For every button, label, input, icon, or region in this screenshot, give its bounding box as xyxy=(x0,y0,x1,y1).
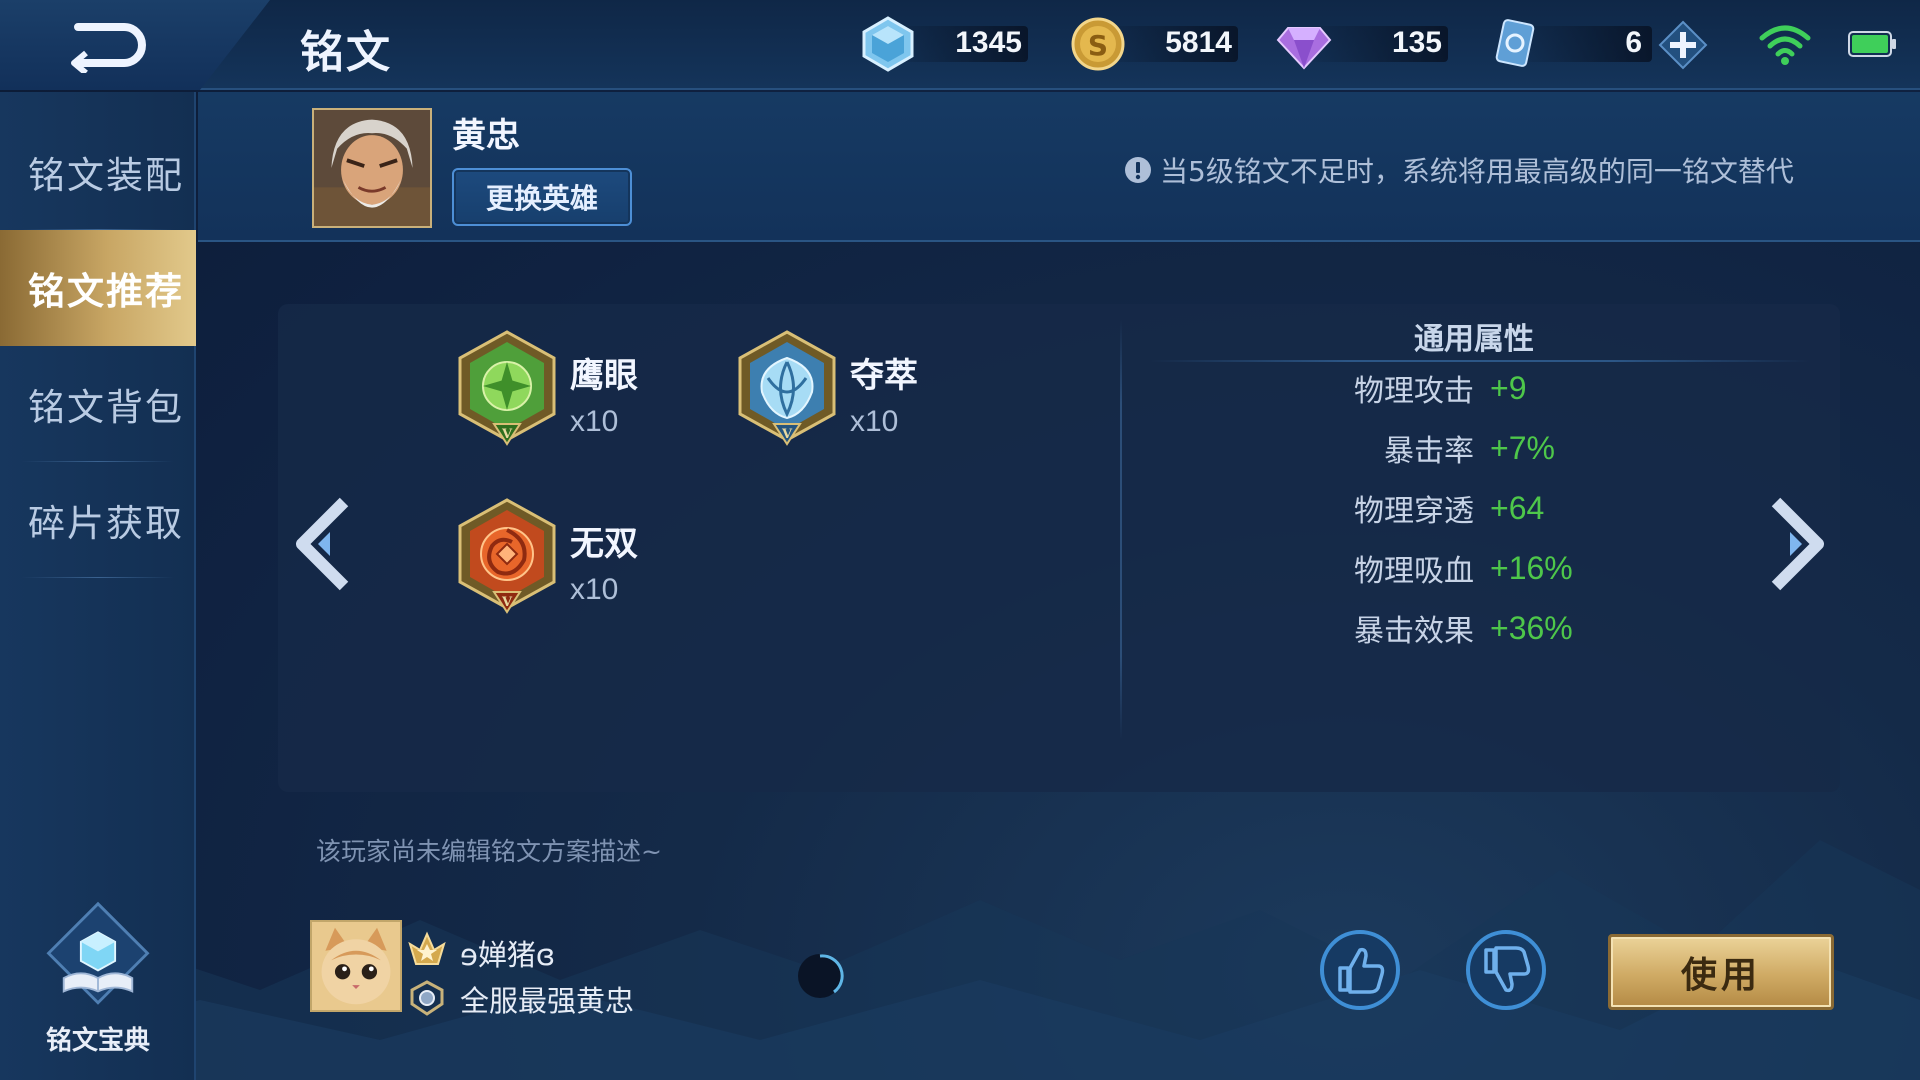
add-currency-button[interactable] xyxy=(1658,20,1708,70)
stat-row: 物理攻击 +9 xyxy=(1300,366,1800,410)
svg-text:V: V xyxy=(501,427,513,442)
stat-row: 物理吸血 +16% xyxy=(1300,546,1800,590)
rune-codex-label: 铭文宝典 xyxy=(45,1026,150,1056)
thumbs-up-button[interactable] xyxy=(1318,928,1402,1012)
rune-ticket-icon xyxy=(1495,19,1535,67)
cat-avatar-image xyxy=(312,922,400,1010)
battery-icon xyxy=(1848,31,1896,57)
stat-row: 暴击效果 +36% xyxy=(1300,606,1800,650)
top-bar: 铭文 1345 S 5814 135 6 xyxy=(0,0,1920,90)
author-name: ɘ婵猪ɞ xyxy=(460,938,556,972)
sidebar-item-label: 铭文推荐 xyxy=(28,270,184,313)
svg-text:V: V xyxy=(781,427,793,442)
change-hero-button[interactable]: 更换英雄 xyxy=(452,168,632,226)
stat-value: +7% xyxy=(1490,429,1555,466)
stat-value: +16% xyxy=(1490,549,1573,586)
crystal-count: 1345 xyxy=(955,26,1022,59)
info-icon xyxy=(1125,157,1151,183)
stat-row: 暴击率 +7% xyxy=(1300,426,1800,470)
stat-value: +9 xyxy=(1490,369,1527,406)
rune-ticket-count: 6 xyxy=(1625,26,1642,59)
page-title: 铭文 xyxy=(300,27,392,78)
rune-count: x10 xyxy=(850,405,899,438)
plan-description: 该玩家尚未编辑铭文方案描述~ xyxy=(316,837,662,866)
rune-name: 夺萃 xyxy=(850,356,918,396)
stat-value: +64 xyxy=(1490,489,1545,526)
rune-item[interactable]: V 夺萃 x10 xyxy=(734,328,918,448)
substitution-notice: 当5级铭文不足时，系统将用最高级的同一铭文替代 xyxy=(1124,150,1794,190)
back-arrow-icon xyxy=(71,23,146,73)
stats-title: 通用属性 xyxy=(1414,322,1534,357)
author-avatar[interactable] xyxy=(310,920,402,1012)
svg-text:V: V xyxy=(501,595,513,610)
stat-label: 物理吸血 xyxy=(1354,554,1474,589)
sidebar-item-label: 铭文背包 xyxy=(28,386,184,429)
author-title: 全服最强黄忠 xyxy=(460,984,635,1018)
sidebar-item-shard-obtain[interactable]: 碎片获取 xyxy=(0,462,196,578)
stat-label: 物理穿透 xyxy=(1354,494,1474,529)
blue-rune-icon: V xyxy=(738,330,836,446)
hero-name: 黄忠 xyxy=(452,116,520,156)
rune-item[interactable]: V 鹰眼 x10 xyxy=(454,328,638,448)
svg-text:S: S xyxy=(1088,29,1108,62)
prev-plan-arrow-icon[interactable] xyxy=(288,494,358,594)
gem-icon xyxy=(1276,27,1332,70)
rune-name: 鹰眼 xyxy=(570,356,638,396)
wifi-icon xyxy=(1759,25,1811,65)
sidebar-item-rune-bag[interactable]: 铭文背包 xyxy=(0,346,196,462)
stat-value: +36% xyxy=(1490,609,1573,646)
mountain-background xyxy=(0,840,1920,1080)
stat-label: 暴击效果 xyxy=(1354,614,1474,649)
sidebar-item-rune-equip[interactable]: 铭文装配 xyxy=(0,114,196,230)
diamond-crystal-icon xyxy=(862,16,914,72)
rune-name: 无双 xyxy=(570,524,638,564)
sidebar-item-label: 碎片获取 xyxy=(28,502,184,545)
sidebar-item-rune-recommend[interactable]: 铭文推荐 xyxy=(0,230,196,346)
loading-spinner-icon xyxy=(798,954,844,998)
red-rune-icon: V xyxy=(458,498,556,614)
thumbs-down-button[interactable] xyxy=(1464,928,1548,1012)
currency-crystal: 1345 xyxy=(858,14,1028,74)
stats-divider xyxy=(1150,360,1810,362)
green-rune-icon: V xyxy=(458,330,556,446)
back-button[interactable] xyxy=(0,0,270,90)
stat-row: 物理穿透 +64 xyxy=(1300,486,1800,530)
rune-count: x10 xyxy=(570,405,619,438)
currency-gem: 135 xyxy=(1274,14,1448,74)
use-plan-button[interactable]: 使用 xyxy=(1608,934,1834,1010)
gold-count: 5814 xyxy=(1165,26,1232,59)
currency-gold: S 5814 xyxy=(1068,14,1238,74)
hero-portrait[interactable] xyxy=(312,108,432,228)
rune-item[interactable]: V 无双 x10 xyxy=(454,496,638,616)
gold-rank-badge-icon xyxy=(408,931,446,965)
gem-count: 135 xyxy=(1391,26,1442,59)
glory-title-badge-icon xyxy=(410,980,444,1016)
panel-divider xyxy=(1120,320,1122,740)
book-crystal-icon xyxy=(46,901,150,1005)
stat-label: 物理攻击 xyxy=(1354,374,1474,409)
gold-coin-icon: S xyxy=(1071,17,1125,71)
sidebar-item-label: 铭文装配 xyxy=(28,154,184,197)
rune-codex-button[interactable]: 铭文宝典 xyxy=(36,900,160,1070)
hero-avatar-image xyxy=(314,110,430,226)
currency-rune-ticket: 6 xyxy=(1484,14,1652,74)
notice-text: 当5级铭文不足时，系统将用最高级的同一铭文替代 xyxy=(1160,155,1794,188)
rune-count: x10 xyxy=(570,573,619,606)
stat-label: 暴击率 xyxy=(1384,434,1474,469)
